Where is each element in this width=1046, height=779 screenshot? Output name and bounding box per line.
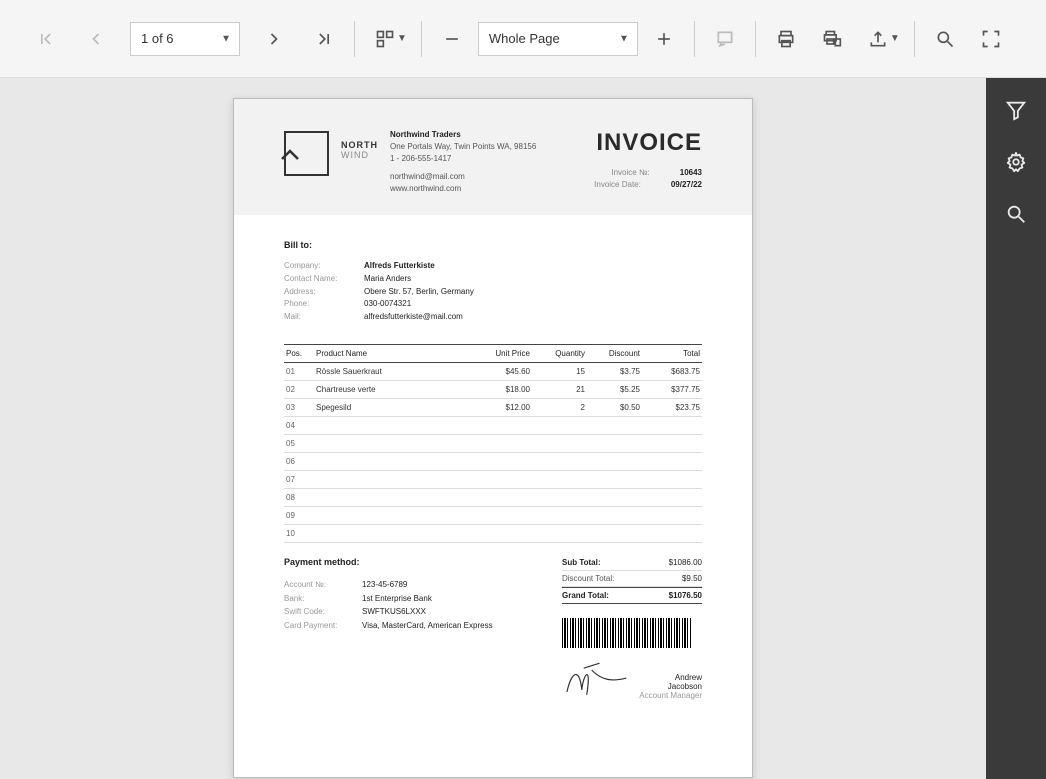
table-row: 05 <box>284 434 702 452</box>
items-table: Pos. Product Name Unit Price Quantity Di… <box>284 344 702 543</box>
payment-section: Payment method: Account №:123-45-6789 Ba… <box>284 555 562 700</box>
table-row: 01Rössle Sauerkraut$45.6015$3.75$683.75 <box>284 362 702 380</box>
invoice-title-block: INVOICE Invoice №:10643 Invoice Date:09/… <box>594 129 702 195</box>
table-row: 02Chartreuse verte$18.0021$5.25$377.75 <box>284 380 702 398</box>
caret-down-icon[interactable]: ▼ <box>890 33 900 44</box>
zoom-out-button[interactable] <box>436 23 468 55</box>
table-row: 06 <box>284 452 702 470</box>
table-row: 04 <box>284 416 702 434</box>
totals-box: Sub Total:$1086.00 Discount Total:$9.50 … <box>562 555 702 700</box>
signature-block: Andrew Jacobson Account Manager <box>639 673 702 700</box>
print-page-button[interactable] <box>816 23 848 55</box>
logo-icon <box>284 131 329 176</box>
table-row: 08 <box>284 488 702 506</box>
zoom-select[interactable]: Whole Page ▼ <box>478 22 638 56</box>
page-indicator: 1 of 6 <box>141 31 174 46</box>
logo-text: NORTH WIND <box>341 141 378 161</box>
logo-area: NORTH WIND Northwind Traders One Portals… <box>284 129 536 195</box>
zoom-in-button[interactable] <box>648 23 680 55</box>
right-sidebar <box>986 78 1046 779</box>
page-header: NORTH WIND Northwind Traders One Portals… <box>234 99 752 215</box>
table-row: 09 <box>284 506 702 524</box>
caret-down-icon: ▼ <box>619 33 629 44</box>
zoom-mode-label: Whole Page <box>489 31 560 46</box>
signature-icon <box>562 660 631 700</box>
table-row: 07 <box>284 470 702 488</box>
table-row: 03Spegesild$12.002$0.50$23.75 <box>284 398 702 416</box>
barcode <box>562 618 692 648</box>
caret-down-icon: ▼ <box>221 33 231 44</box>
highlight-button[interactable] <box>709 23 741 55</box>
page-select[interactable]: 1 of 6 ▼ <box>130 22 240 56</box>
company-info: Northwind Traders One Portals Way, Twin … <box>390 129 536 195</box>
page: NORTH WIND Northwind Traders One Portals… <box>233 98 753 778</box>
search-button[interactable] <box>929 23 961 55</box>
caret-down-icon[interactable]: ▼ <box>397 33 407 44</box>
search-panel-button[interactable] <box>1002 200 1030 228</box>
toolbar: 1 of 6 ▼ ▼ Whole Page ▼ ▼ <box>0 0 1046 78</box>
billto-grid: Company:Alfreds Futterkiste Contact Name… <box>284 260 702 324</box>
filter-button[interactable] <box>1002 96 1030 124</box>
billto-title: Bill to: <box>284 240 702 250</box>
totals-section: Payment method: Account №:123-45-6789 Ba… <box>284 555 702 700</box>
table-row: 10 <box>284 524 702 542</box>
invoice-heading: INVOICE <box>594 129 702 157</box>
invoice-meta: Invoice №:10643 Invoice Date:09/27/22 <box>594 167 702 191</box>
prev-page-button[interactable] <box>80 23 112 55</box>
fullscreen-button[interactable] <box>975 23 1007 55</box>
document-viewer[interactable]: NORTH WIND Northwind Traders One Portals… <box>0 78 986 779</box>
settings-button[interactable] <box>1002 148 1030 176</box>
page-body: Bill to: Company:Alfreds Futterkiste Con… <box>234 215 752 730</box>
last-page-button[interactable] <box>308 23 340 55</box>
next-page-button[interactable] <box>258 23 290 55</box>
first-page-button[interactable] <box>30 23 62 55</box>
print-button[interactable] <box>770 23 802 55</box>
